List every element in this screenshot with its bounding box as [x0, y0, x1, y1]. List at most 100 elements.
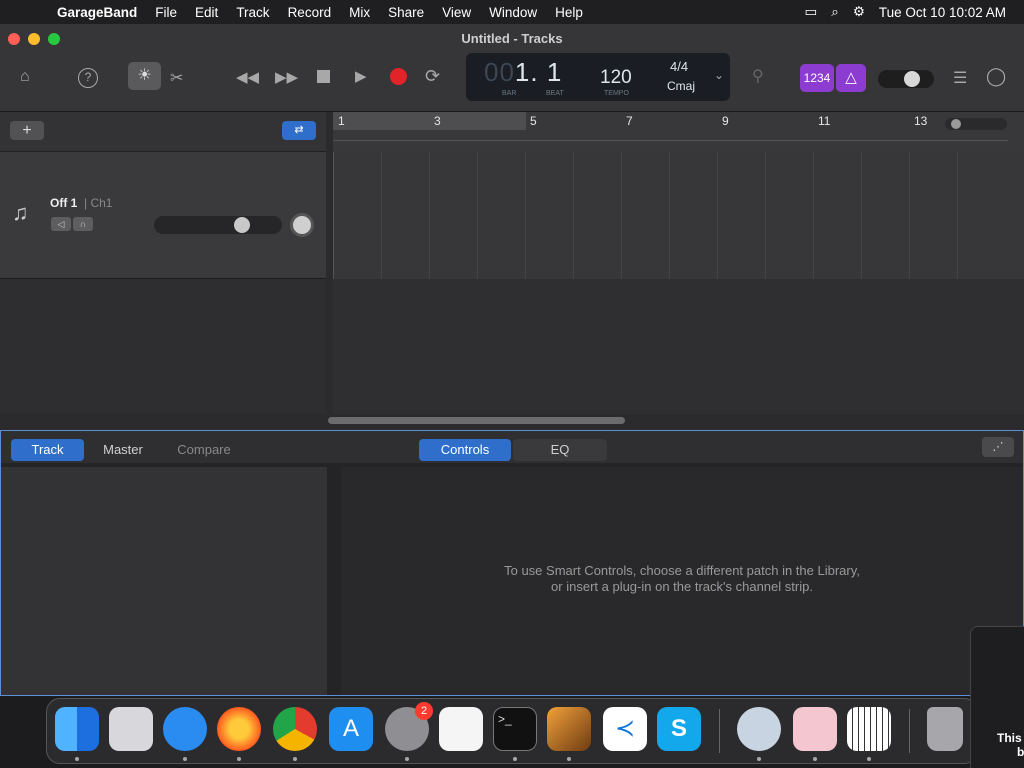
- menu-window[interactable]: Window: [480, 5, 546, 20]
- bar-line: [669, 152, 670, 279]
- quick-help-icon[interactable]: ?: [78, 68, 98, 88]
- screen-mirror-icon[interactable]: ▭: [804, 4, 817, 20]
- loop-browser-icon[interactable]: ◯: [986, 66, 1006, 87]
- plugin-info-icon[interactable]: ⋰: [982, 437, 1014, 457]
- smart-controls-pane: Track Master Compare Controls EQ ⋰ To us…: [0, 430, 1024, 696]
- horizontal-scrollbar[interactable]: [328, 417, 625, 424]
- garageband-icon[interactable]: [547, 707, 591, 751]
- lcd-chevron-down-icon[interactable]: ⌄: [714, 68, 724, 82]
- zoom-slider-knob[interactable]: [951, 119, 961, 129]
- lcd-display[interactable]: 001. 1 BAR BEAT 120 TEMPO 4/4 Cmaj: [466, 53, 730, 101]
- lcd-tempo: 120: [600, 67, 632, 88]
- grand-piano-icon: ♫: [12, 200, 29, 225]
- textedit-icon[interactable]: [439, 707, 483, 751]
- master-volume-slider[interactable]: [878, 70, 934, 88]
- bar-line: [717, 152, 718, 279]
- menu-edit[interactable]: Edit: [186, 5, 227, 20]
- running-indicator: [75, 757, 79, 761]
- window-title: Untitled - Tracks: [461, 31, 563, 46]
- title-toolbar: Untitled - Tracks ⌂ ? ☀ ✂ ◀◀ ▶▶ ▶ ⟳ 001.…: [0, 24, 1024, 112]
- menu-app-name[interactable]: GarageBand: [48, 5, 146, 20]
- cycle-region[interactable]: [333, 112, 526, 130]
- metronome-icon[interactable]: △: [836, 64, 866, 92]
- menu-track[interactable]: Track: [227, 5, 278, 20]
- track-volume-knob[interactable]: [234, 217, 250, 233]
- smart-controls-message: To use Smart Controls, choose a differen…: [341, 563, 1023, 595]
- smart-controls-inspector: [1, 467, 327, 695]
- bar-line: [765, 152, 766, 279]
- tab-compare[interactable]: Compare: [165, 439, 243, 461]
- count-in-button[interactable]: 1234: [800, 64, 834, 92]
- menu-view[interactable]: View: [433, 5, 480, 20]
- menu-file[interactable]: File: [146, 5, 186, 20]
- menu-clock[interactable]: Tue Oct 10 10:02 AM: [879, 5, 1006, 20]
- add-track-icon[interactable]: +: [10, 121, 44, 140]
- notification-toast[interactable]: This b: [970, 626, 1024, 768]
- bar-line: [525, 152, 526, 279]
- chrome-icon[interactable]: [273, 707, 317, 751]
- control-center-icon[interactable]: ⚙: [853, 4, 865, 20]
- menu-mix[interactable]: Mix: [340, 5, 379, 20]
- menu-help[interactable]: Help: [546, 5, 592, 20]
- tab-eq[interactable]: EQ: [513, 439, 607, 461]
- editors-scissors-icon[interactable]: ✂: [170, 68, 183, 88]
- tracks-header: + ⇄: [0, 112, 326, 152]
- app-store-icon[interactable]: A: [329, 707, 373, 751]
- track-volume-slider[interactable]: [154, 216, 282, 234]
- bar-line: [429, 152, 430, 279]
- pages-icon[interactable]: [793, 707, 837, 751]
- stop-icon[interactable]: [317, 70, 330, 83]
- tab-track[interactable]: Track: [11, 439, 84, 461]
- terminal-icon[interactable]: >_: [493, 707, 537, 751]
- zoom-slider[interactable]: [945, 118, 1007, 130]
- running-indicator: [567, 757, 571, 761]
- smart-controls-area: To use Smart Controls, choose a differen…: [341, 467, 1023, 695]
- tuner-icon[interactable]: ⚲: [752, 66, 764, 86]
- master-volume-knob[interactable]: [904, 71, 920, 87]
- running-indicator: [757, 757, 761, 761]
- spotlight-search-icon[interactable]: ⌕: [831, 4, 839, 20]
- notepad-icon[interactable]: ☰: [953, 68, 967, 88]
- trash-icon[interactable]: [927, 707, 963, 751]
- cycle-icon[interactable]: ⟳: [425, 66, 440, 87]
- finder-icon[interactable]: [55, 707, 99, 751]
- running-indicator: [237, 757, 241, 761]
- running-indicator: [513, 757, 517, 761]
- dock-separator: [719, 709, 720, 753]
- toast-text-1: This: [997, 731, 1022, 745]
- message-line-2: or insert a plug-in on the track's chann…: [551, 579, 813, 594]
- bar-line: [333, 152, 334, 279]
- quicktime-icon[interactable]: [737, 707, 781, 751]
- track-lane[interactable]: [333, 152, 1024, 279]
- tracks-empty-area[interactable]: [333, 279, 1024, 414]
- library-icon[interactable]: ⌂: [20, 68, 30, 86]
- mute-icon[interactable]: ◁: [51, 217, 71, 231]
- rewind-icon[interactable]: ◀◀: [236, 68, 259, 86]
- catch-playhead-icon[interactable]: ⇄: [282, 121, 316, 140]
- pan-knob[interactable]: [290, 213, 314, 237]
- record-icon[interactable]: [390, 68, 407, 85]
- bar-line: [957, 152, 958, 279]
- track-row[interactable]: ♫ Off 1 | Ch1 ◁ ∩: [0, 152, 326, 279]
- bar-line: [381, 152, 382, 279]
- safari-icon[interactable]: [163, 707, 207, 751]
- running-indicator: [293, 757, 297, 761]
- play-icon[interactable]: ▶: [355, 67, 367, 85]
- tab-master[interactable]: Master: [87, 439, 159, 461]
- firefox-icon[interactable]: [217, 707, 261, 751]
- solo-headphones-icon[interactable]: ∩: [73, 217, 93, 231]
- track-name[interactable]: Off 1: [50, 196, 77, 210]
- bar-line: [861, 152, 862, 279]
- smart-controls-icon[interactable]: ☀: [128, 62, 161, 90]
- menu-record[interactable]: Record: [279, 5, 341, 20]
- tab-controls[interactable]: Controls: [419, 439, 511, 461]
- notification-badge: 2: [415, 702, 433, 720]
- vscode-icon[interactable]: ≺: [603, 707, 647, 751]
- fast-forward-icon[interactable]: ▶▶: [275, 68, 298, 86]
- menu-share[interactable]: Share: [379, 5, 433, 20]
- timeline-ruler[interactable]: 1 3 5 7 9 11 13: [333, 112, 1024, 152]
- piano-keyboard-icon[interactable]: [847, 707, 891, 751]
- skype-icon[interactable]: S: [657, 707, 701, 751]
- launchpad-icon[interactable]: [109, 707, 153, 751]
- bar-line: [813, 152, 814, 279]
